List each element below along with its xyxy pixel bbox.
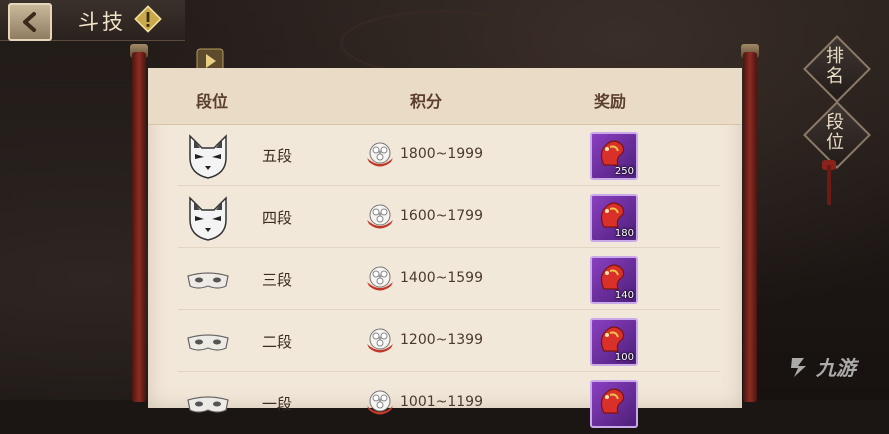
points-range: 1600~1799 bbox=[400, 208, 483, 224]
rank-name: 四段 bbox=[262, 209, 293, 227]
reward-count: 250 bbox=[614, 166, 634, 177]
rank-tier-char-1: 段 bbox=[826, 112, 844, 133]
table-row: 三段 1400~1599 140 bbox=[178, 248, 720, 310]
points-token-icon bbox=[364, 388, 396, 418]
watermark-text: 九游 bbox=[816, 356, 856, 380]
fox-mask-icon bbox=[184, 132, 232, 180]
table-row: 五段 1800~1999 250 bbox=[178, 124, 720, 186]
back-button[interactable] bbox=[8, 3, 52, 41]
rank-name: 五段 bbox=[262, 147, 293, 165]
scroll-rod-right bbox=[743, 52, 757, 402]
top-bar: 斗技 bbox=[0, 0, 185, 41]
points-range: 1400~1599 bbox=[400, 270, 483, 286]
column-header-points: 积分 bbox=[410, 92, 443, 111]
eye-mask-icon bbox=[184, 318, 232, 366]
tassel bbox=[827, 165, 831, 205]
page-title: 斗技 bbox=[78, 10, 126, 34]
reward-item[interactable]: 100 bbox=[590, 318, 638, 366]
rank-tier-button[interactable]: 段 位 bbox=[803, 101, 871, 169]
fox-mask-icon bbox=[184, 194, 232, 242]
rank-table-panel[interactable]: 段位 积分 奖励 五段 1800~1999 250 四段 1600~1799 180 三段 1… bbox=[148, 68, 742, 428]
table-header: 段位 积分 奖励 bbox=[148, 68, 742, 125]
reward-count: 180 bbox=[614, 228, 634, 239]
rank-name: 三段 bbox=[262, 271, 293, 289]
points-token-icon bbox=[364, 326, 396, 356]
points-token-icon bbox=[364, 140, 396, 170]
points-range: 1800~1999 bbox=[400, 146, 483, 162]
reward-item[interactable] bbox=[590, 380, 638, 428]
watermark-logo-icon bbox=[791, 357, 806, 377]
ranking-button[interactable]: 排 名 bbox=[803, 35, 871, 103]
reward-count: 140 bbox=[614, 290, 634, 301]
rank-name: 一段 bbox=[262, 395, 293, 413]
points-token-icon bbox=[364, 264, 396, 294]
ranking-char-2: 名 bbox=[826, 66, 844, 87]
table-row: 一段 1001~1199 bbox=[178, 372, 720, 434]
reward-count: 100 bbox=[614, 352, 634, 363]
reward-item[interactable]: 250 bbox=[590, 132, 638, 180]
column-header-reward: 奖励 bbox=[594, 92, 627, 111]
rank-tier-char-2: 位 bbox=[826, 132, 844, 153]
reward-item[interactable]: 180 bbox=[590, 194, 638, 242]
table-row: 二段 1200~1399 100 bbox=[178, 310, 720, 372]
eye-mask-icon bbox=[184, 380, 232, 428]
watermark: 九游 bbox=[786, 352, 856, 381]
points-range: 1200~1399 bbox=[400, 332, 483, 348]
eye-mask-icon bbox=[184, 256, 232, 304]
scroll-rod-left bbox=[132, 52, 146, 402]
rank-name: 二段 bbox=[262, 333, 293, 351]
back-arrow-icon bbox=[23, 12, 36, 32]
column-header-rank: 段位 bbox=[196, 92, 229, 111]
ranking-char-1: 排 bbox=[826, 46, 844, 67]
points-range: 1001~1199 bbox=[400, 394, 483, 410]
reward-item[interactable]: 140 bbox=[590, 256, 638, 304]
points-token-icon bbox=[364, 202, 396, 232]
table-row: 四段 1600~1799 180 bbox=[178, 186, 720, 248]
background-ornament bbox=[340, 10, 546, 76]
warning-info-icon[interactable] bbox=[133, 4, 163, 34]
